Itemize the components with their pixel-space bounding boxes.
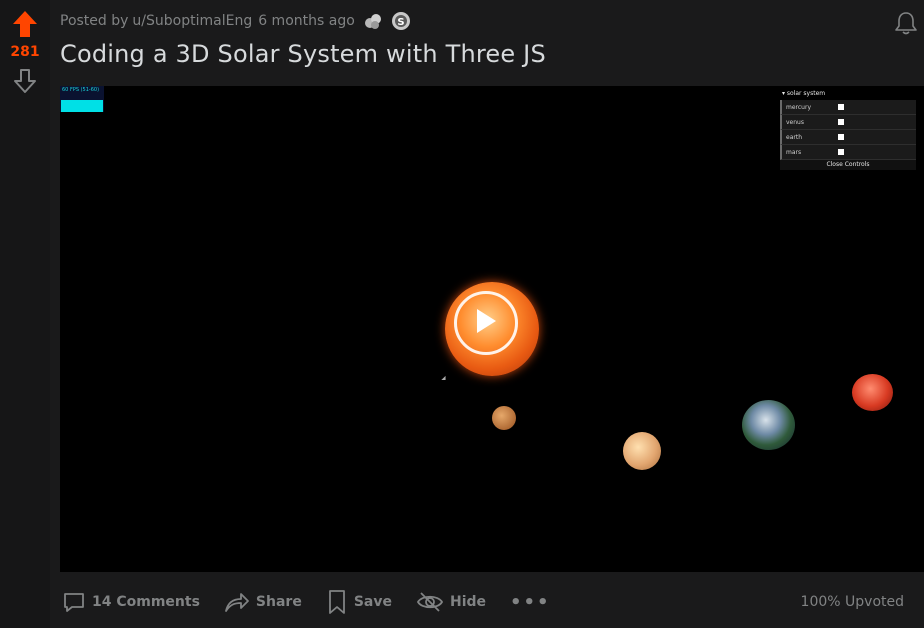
vote-column: 281 <box>0 0 50 628</box>
comments-button[interactable]: 14 Comments <box>62 586 200 618</box>
fps-stats-panel: 60 FPS (51-60) <box>60 86 104 112</box>
venus-planet <box>623 432 661 470</box>
upvote-arrow-icon[interactable] <box>12 10 38 38</box>
mouse-cursor-icon <box>441 375 448 383</box>
mercury-planet <box>492 406 516 430</box>
post-meta: Posted by u/SuboptimalEng 6 months ago S <box>60 10 411 32</box>
gui-checkbox[interactable] <box>838 119 844 125</box>
share-button[interactable]: Share <box>224 586 302 618</box>
gui-row-label: mercury <box>786 103 811 111</box>
more-options-button[interactable]: ••• <box>510 586 551 618</box>
save-label: Save <box>353 594 392 610</box>
fps-readout: 60 FPS (51-60) <box>62 87 100 93</box>
gui-folder-title[interactable]: ▾ solar system <box>780 88 916 100</box>
gui-row-venus: venus <box>780 115 916 130</box>
mars-planet <box>852 374 893 411</box>
downvote-arrow-icon[interactable] <box>12 68 38 94</box>
hide-eye-icon <box>416 592 444 612</box>
author-link[interactable]: u/SuboptimalEng <box>132 13 252 29</box>
close-controls-button[interactable]: Close Controls <box>780 160 916 170</box>
share-label: Share <box>255 594 302 610</box>
fps-graph <box>61 100 103 112</box>
comments-label: 14 Comments <box>92 594 200 610</box>
gui-checkbox[interactable] <box>838 134 844 140</box>
earth-planet <box>742 400 795 450</box>
gui-checkbox[interactable] <box>838 104 844 110</box>
save-button[interactable]: Save <box>326 586 392 618</box>
gui-row-label: earth <box>786 133 802 141</box>
award-icon[interactable] <box>363 11 383 31</box>
hide-label: Hide <box>449 594 487 610</box>
gui-row-earth: earth <box>780 130 916 145</box>
post-actions-bar: 14 Comments Share Save Hide ••• <box>62 586 551 618</box>
silver-award-icon[interactable]: S <box>391 11 411 31</box>
posted-by-label: Posted by <box>60 13 129 29</box>
video-player[interactable]: 60 FPS (51-60) ▾ solar system mercury ve… <box>60 86 924 572</box>
post-title[interactable]: Coding a 3D Solar System with Three JS <box>60 40 546 68</box>
gui-checkbox[interactable] <box>838 149 844 155</box>
bookmark-icon <box>328 590 345 614</box>
gui-controls-panel: ▾ solar system mercury venus earth mars … <box>780 88 916 170</box>
gui-row-mercury: mercury <box>780 100 916 115</box>
upvote-ratio: 100% Upvoted <box>800 594 904 610</box>
gui-row-mars: mars <box>780 145 916 160</box>
post-time[interactable]: 6 months ago <box>258 13 355 29</box>
comment-icon <box>64 593 84 612</box>
gui-row-label: venus <box>786 118 804 126</box>
vote-score: 281 <box>10 44 40 60</box>
play-icon[interactable] <box>477 309 496 333</box>
share-icon <box>225 593 249 612</box>
svg-text:S: S <box>397 17 404 28</box>
hide-button[interactable]: Hide <box>416 586 486 618</box>
bell-icon[interactable] <box>894 10 918 36</box>
gui-row-label: mars <box>786 148 802 156</box>
